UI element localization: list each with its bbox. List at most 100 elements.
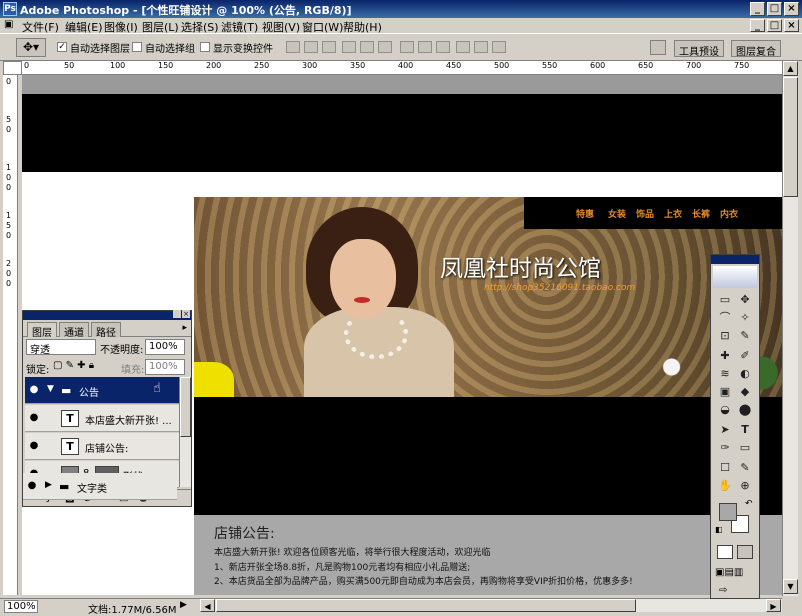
ruler-tick: 0	[6, 173, 12, 182]
move-tool-icon[interactable]: ✥	[736, 291, 754, 308]
layers-panel-caption[interactable]: ×	[23, 310, 191, 320]
distribute-hcenter-icon[interactable]	[474, 41, 488, 53]
lock-icons[interactable]: ▢ ✎ ✚ 🔒︎	[53, 360, 94, 371]
menu-bar: ▣ 文件(F) 编辑(E) 图像(I) 图层(L) 选择(S) 滤镜(T) 视图…	[0, 18, 802, 34]
distribute-left-icon[interactable]	[456, 41, 470, 53]
layers-scroll-thumb[interactable]	[180, 377, 191, 437]
collapse-arrow-icon[interactable]: ▶	[45, 480, 52, 490]
standard-mode-icon[interactable]	[717, 545, 733, 559]
distribute-bottom-icon[interactable]	[436, 41, 450, 53]
layer-row[interactable]: ● T 本店盛大新开张! ...	[25, 405, 179, 432]
jump-to-imageready-icon[interactable]: ⇨	[719, 585, 727, 596]
shape-tool-icon[interactable]: ▭	[736, 439, 754, 456]
align-left-icon[interactable]	[342, 41, 356, 53]
align-right-icon[interactable]	[378, 41, 392, 53]
align-top-icon[interactable]	[286, 41, 300, 53]
distribute-vcenter-icon[interactable]	[418, 41, 432, 53]
layer-row[interactable]: ● ▶ ▬ 文字类	[23, 473, 177, 500]
eyedropper-tool-icon[interactable]: ✎	[736, 459, 754, 476]
ruler-origin[interactable]	[3, 61, 22, 75]
scroll-down-arrow-icon[interactable]: ▼	[783, 579, 798, 594]
panel-close-icon[interactable]: ×	[182, 310, 190, 318]
marquee-tool-icon[interactable]: ▭	[716, 291, 734, 308]
yellow-shape	[194, 362, 234, 397]
tab-paths[interactable]: 路径	[91, 322, 121, 339]
scroll-left-arrow-icon[interactable]: ◀	[200, 599, 215, 612]
distribute-top-icon[interactable]	[400, 41, 414, 53]
dodge-tool-icon[interactable]: ⬤	[736, 401, 754, 418]
slice-tool-icon[interactable]: ✎	[736, 327, 754, 344]
panel-minimize-icon[interactable]	[173, 310, 181, 318]
gradient-tool-icon[interactable]: ◆	[736, 383, 754, 400]
nav-item: 特惠	[576, 210, 595, 220]
foreground-color-swatch[interactable]	[719, 503, 737, 521]
notes-tool-icon[interactable]: ☐	[716, 459, 734, 476]
tools-panel-caption[interactable]	[711, 255, 759, 264]
shop-title: 凤凰社时尚公馆	[440, 256, 601, 282]
auto-select-group-checkbox[interactable]	[132, 42, 142, 52]
screen-mode-icons[interactable]: ▣▤▥	[715, 567, 743, 578]
scroll-up-arrow-icon[interactable]: ▲	[783, 61, 798, 76]
ruler-tick: 550	[542, 61, 558, 70]
layers-scrollbar[interactable]	[179, 377, 191, 487]
eye-icon[interactable]: ●	[27, 412, 41, 424]
vertical-scrollbar[interactable]: ▲ ▼	[782, 61, 798, 596]
layer-row[interactable]: ● ▼ ▬ 公告 ☝	[25, 377, 179, 404]
lasso-tool-icon[interactable]: ⌒	[716, 309, 734, 326]
align-hcenter-icon[interactable]	[360, 41, 374, 53]
photoshop-feather-logo[interactable]	[713, 266, 757, 288]
minimize-button[interactable]: _	[750, 2, 765, 16]
opacity-input[interactable]: 100%	[145, 339, 185, 355]
show-transform-checkbox[interactable]	[200, 42, 210, 52]
hand-tool-icon[interactable]: ✋	[716, 477, 734, 494]
auto-select-layer-checkbox[interactable]: ✓	[57, 42, 67, 52]
type-tool-icon[interactable]: T	[736, 421, 754, 438]
blur-tool-icon[interactable]: ◒	[716, 401, 734, 418]
horizontal-ruler[interactable]: 0 50 100 150 200 250 300 350 400 450 500…	[22, 61, 782, 75]
palette-well-icon[interactable]	[650, 40, 666, 55]
align-vcenter-icon[interactable]	[304, 41, 318, 53]
crop-tool-icon[interactable]: ⊡	[716, 327, 734, 344]
eye-icon[interactable]: ●	[27, 440, 41, 452]
zoom-tool-icon[interactable]: ⊕	[736, 477, 754, 494]
eye-icon[interactable]: ●	[27, 384, 41, 396]
align-bottom-icon[interactable]	[322, 41, 336, 53]
maximize-button[interactable]: □	[767, 2, 782, 16]
vertical-ruler[interactable]: 0 5 0 1 0 0 1 5 0 2 0 0	[3, 75, 18, 595]
tab-channels[interactable]: 通道	[59, 322, 89, 339]
distribute-right-icon[interactable]	[492, 41, 506, 53]
fill-input[interactable]: 100%	[145, 359, 185, 375]
doc-minimize-button[interactable]: _	[750, 19, 765, 32]
healing-brush-tool-icon[interactable]: ✚	[716, 347, 734, 364]
doc-close-button[interactable]: ×	[784, 19, 799, 32]
pen-tool-icon[interactable]: ✑	[716, 439, 734, 456]
default-colors-icon[interactable]: ◧	[715, 525, 723, 534]
close-button[interactable]: ×	[784, 2, 799, 16]
panel-menu-arrow-icon[interactable]: ▸	[182, 323, 187, 333]
zoom-field[interactable]: 100%	[4, 600, 38, 613]
move-tool-icon[interactable]: ✥▾	[16, 38, 46, 57]
eye-icon[interactable]: ●	[25, 480, 39, 492]
opacity-label: 不透明度:	[100, 345, 144, 356]
swap-colors-icon[interactable]: ↶	[745, 499, 753, 509]
history-brush-tool-icon[interactable]: ◐	[736, 365, 754, 382]
tab-layers[interactable]: 图层	[27, 322, 57, 339]
doc-restore-button[interactable]: □	[767, 19, 782, 32]
clone-stamp-tool-icon[interactable]: ≋	[716, 365, 734, 382]
blend-mode-select[interactable]: 穿透	[26, 339, 96, 356]
magic-wand-tool-icon[interactable]: ✧	[736, 309, 754, 326]
status-menu-arrow-icon[interactable]: ▶	[180, 600, 187, 610]
vertical-scroll-thumb[interactable]	[783, 77, 798, 197]
horizontal-scrollbar[interactable]: ◀ ▶	[200, 598, 782, 612]
horizontal-scroll-thumb[interactable]	[216, 599, 636, 612]
auto-select-layer-label: 自动选择图层	[70, 44, 130, 55]
layer-row[interactable]: ● T 店铺公告:	[25, 433, 179, 460]
layer-comps-tab[interactable]: 图层复合	[731, 40, 781, 58]
brush-tool-icon[interactable]: ✐	[736, 347, 754, 364]
tool-presets-tab[interactable]: 工具预设	[674, 40, 724, 58]
eraser-tool-icon[interactable]: ▣	[716, 383, 734, 400]
quick-mask-mode-icon[interactable]	[737, 545, 753, 559]
scroll-right-arrow-icon[interactable]: ▶	[766, 599, 781, 612]
path-selection-tool-icon[interactable]: ➤	[716, 421, 734, 438]
expand-arrow-icon[interactable]: ▼	[47, 384, 54, 394]
